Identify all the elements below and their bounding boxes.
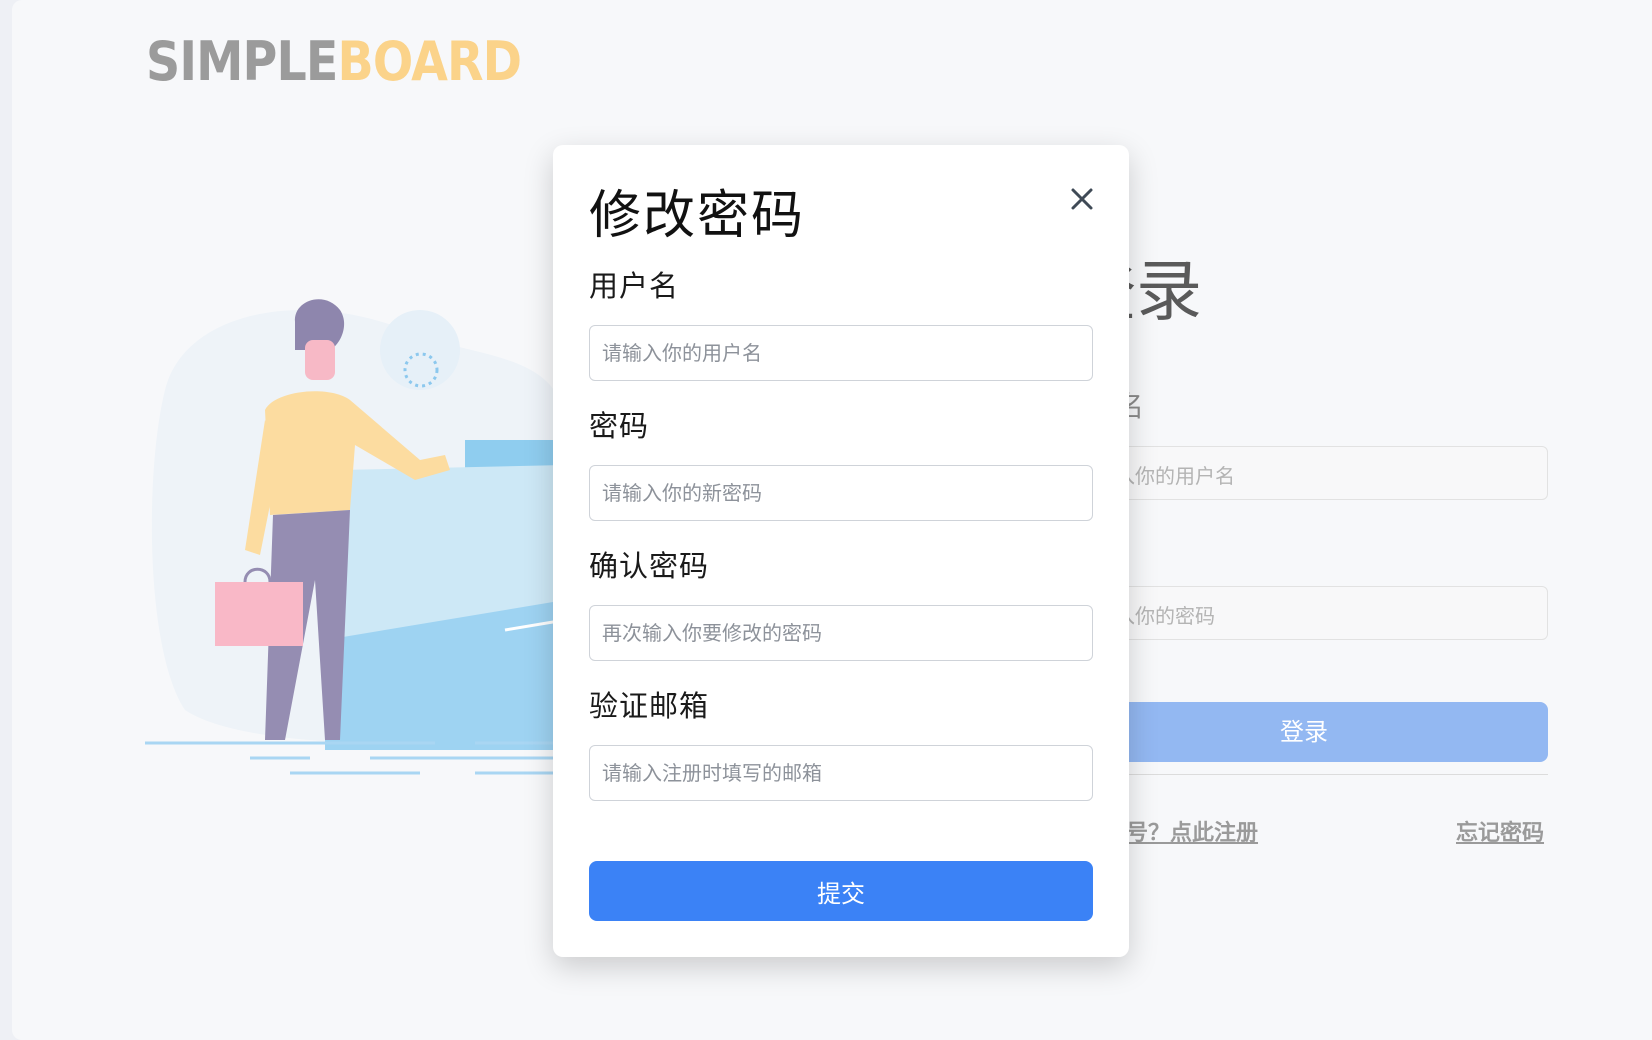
logo-part-simple: SIMPLE (146, 30, 338, 93)
logo: SIMPLEBOARD (146, 30, 522, 93)
username-input[interactable]: 请输入你的用户名 (1060, 446, 1548, 500)
submit-button[interactable]: 提交 (589, 861, 1093, 921)
email-field-label: 验证邮箱 (589, 689, 710, 723)
username-field-label: 用户名 (589, 269, 680, 303)
close-icon[interactable] (1066, 183, 1098, 215)
email-field[interactable] (589, 745, 1093, 801)
username-field[interactable] (589, 325, 1093, 381)
new-password-field[interactable] (589, 465, 1093, 521)
logo-part-board: BOARD (337, 30, 522, 93)
login-button[interactable]: 登录 (1060, 702, 1548, 762)
background-login-form: 登录 用户名 请输入你的用户名 密码 请输入你的密码 登录 没有账号？点此注册 … (1060, 0, 1620, 1040)
divider (1060, 774, 1548, 775)
confirm-password-field[interactable] (589, 605, 1093, 661)
confirm-password-field-label: 确认密码 (589, 549, 710, 583)
person-illustration (145, 299, 565, 775)
forgot-password-link[interactable]: 忘记密码 (1456, 815, 1544, 847)
new-password-field-label: 密码 (589, 409, 650, 443)
change-password-modal: 修改密码 用户名 密码 确认密码 验证邮箱 提交 (553, 145, 1129, 957)
modal-title: 修改密码 (589, 186, 806, 246)
password-input[interactable]: 请输入你的密码 (1060, 586, 1548, 640)
